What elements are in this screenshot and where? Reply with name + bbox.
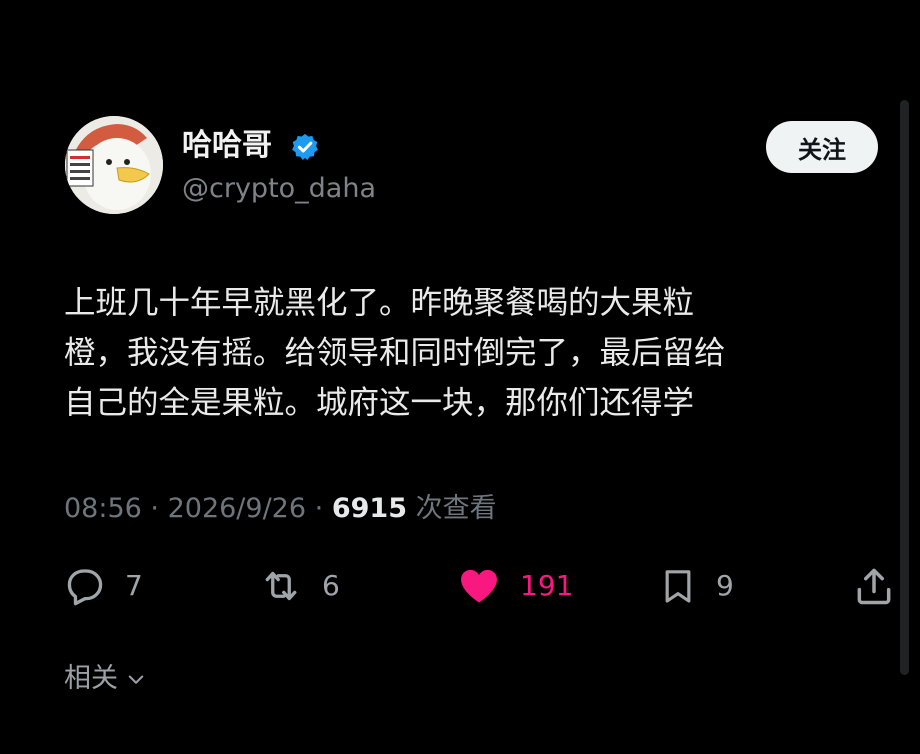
meta-separator: ·: [150, 493, 159, 524]
meta-separator: ·: [314, 493, 324, 524]
reply-count: 7: [125, 569, 143, 602]
tweet-text-line: 自己的全是果粒。城府这一块，那你们还得学: [64, 385, 695, 421]
avatar[interactable]: [65, 116, 163, 214]
related-label: 相关: [64, 663, 118, 694]
share-button[interactable]: [852, 562, 896, 610]
views-count: 6915: [331, 493, 407, 524]
display-name[interactable]: 哈哈哥: [182, 128, 272, 164]
bookmark-button[interactable]: 9: [658, 562, 734, 610]
tweet-time[interactable]: 08:56: [64, 493, 142, 524]
retweet-icon: [265, 571, 297, 601]
chevron-down-icon: [128, 675, 144, 684]
heart-icon: [461, 569, 497, 603]
tweet-text-line: 上班几十年早就黑化了。昨晚聚餐喝的大果粒: [64, 285, 695, 321]
reply-icon: [67, 569, 103, 606]
bookmark-count: 9: [716, 569, 734, 602]
scrollbar[interactable]: [900, 100, 909, 675]
share-icon: [857, 568, 891, 605]
like-count: 191: [520, 569, 574, 602]
tweet-text: 上班几十年早就黑化了。昨晚聚餐喝的大果粒 橙，我没有摇。给领导和同时倒完了，最后…: [64, 278, 884, 428]
reply-button[interactable]: 7: [63, 562, 143, 610]
duck-avatar-icon: [65, 116, 163, 214]
views-label: 次查看: [415, 493, 497, 524]
verified-badge-icon: [290, 132, 320, 162]
tweet-detail-page: 哈哈哥 @crypto_daha 关注 上班几十年早就黑化了。昨晚聚餐喝的大果粒…: [0, 0, 920, 754]
retweet-button[interactable]: 6: [258, 562, 340, 610]
tweet-text-line: 橙，我没有摇。给领导和同时倒完了，最后留给: [64, 335, 726, 371]
bookmark-icon: [665, 570, 691, 603]
tweet-meta: 08:56 · 2026/9/26 · 6915 次查看: [64, 490, 497, 528]
retweet-count: 6: [322, 569, 340, 602]
follow-button[interactable]: 关注: [766, 121, 878, 173]
user-handle[interactable]: @crypto_daha: [182, 172, 376, 206]
tweet-date[interactable]: 2026/9/26: [168, 493, 306, 524]
like-button[interactable]: 191: [456, 562, 573, 610]
related-toggle[interactable]: 相关: [64, 660, 146, 698]
